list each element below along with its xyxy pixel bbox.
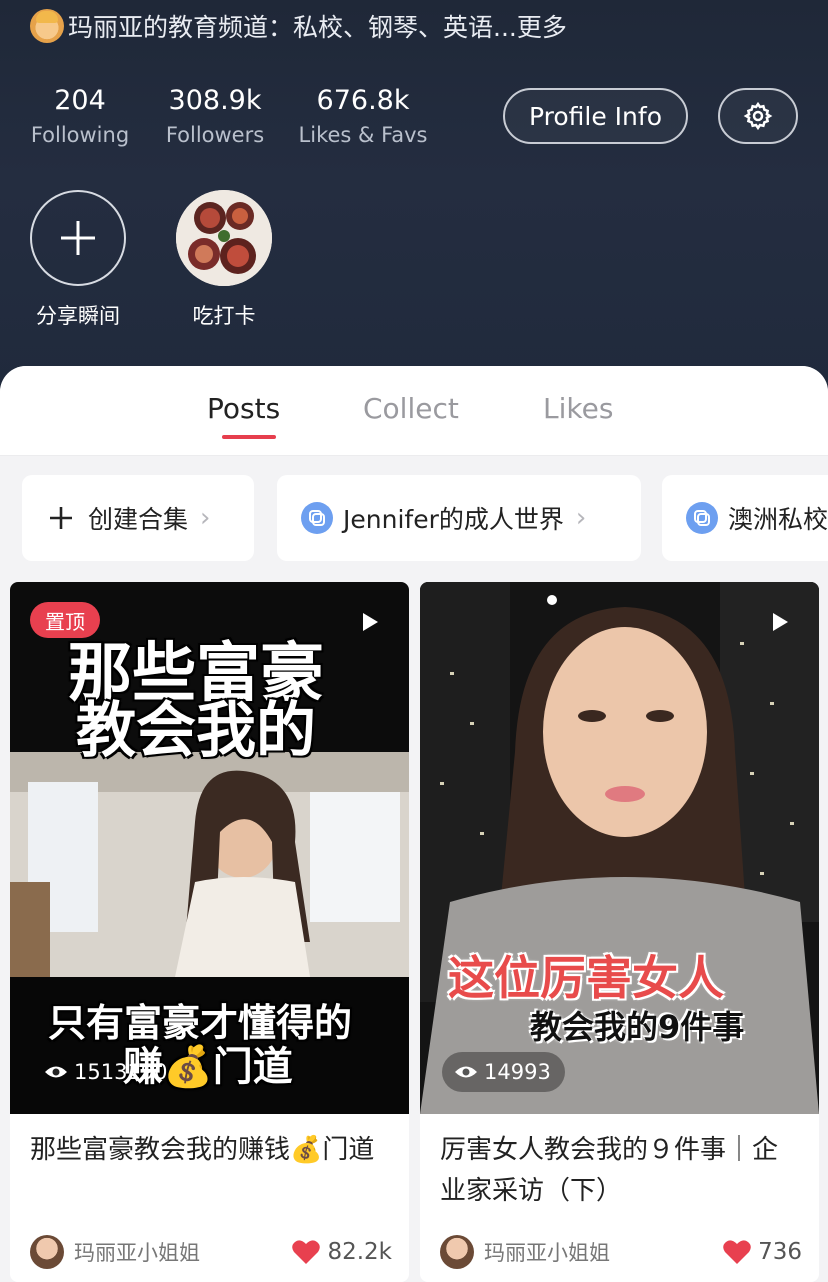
post-title[interactable]: 厉害女人教会我的９件事｜企业家采访（下） (440, 1130, 800, 1212)
moment-food-label: 吃打卡 (192, 304, 256, 328)
add-moment-circle[interactable] (30, 190, 126, 286)
following-count: 204 (54, 85, 106, 116)
collection-label: 澳洲私校 (728, 505, 828, 534)
tab-likes[interactable]: Likes (543, 392, 613, 425)
bio-text: 玛丽亚的教育频道：私校、钢琴、英语...更多 (68, 13, 567, 42)
avatar[interactable] (30, 1235, 64, 1269)
bio-line[interactable]: 玛丽亚的教育频道：私校、钢琴、英语...更多 (30, 6, 567, 46)
followers-label: Followers (165, 123, 265, 147)
cover-overlay-text: 教会我的9件事 (530, 1008, 745, 1046)
pinned-badge: 置顶 (30, 602, 100, 638)
collection-label: Jennifer的成人世界 (343, 505, 564, 534)
like-count: 82.2k (327, 1239, 392, 1265)
cover-overlay-text: 这位厉害女人 (448, 951, 724, 1005)
moment-share[interactable]: 分享瞬间 (30, 190, 126, 330)
view-count-text: 14993 (484, 1060, 551, 1084)
content-sheet: Posts Collect Likes 创建合集 › Jennifer的成人世界… (0, 366, 828, 1282)
plus-icon (50, 507, 72, 529)
create-collection-label: 创建合集 (88, 505, 189, 534)
eye-icon (45, 1066, 67, 1078)
play-icon (773, 613, 788, 631)
post-footer: 玛丽亚小姐姐 82.2k (30, 1234, 392, 1270)
like-button[interactable]: 736 (722, 1239, 802, 1265)
collection-icon (686, 502, 718, 534)
chevron-right-icon: › (200, 503, 211, 533)
following-stat[interactable]: 204 Following (30, 84, 130, 150)
followers-stat[interactable]: 308.9k Followers (160, 84, 270, 150)
likes-favs-label: Likes & Favs (298, 123, 428, 147)
author-name[interactable]: 玛丽亚小姐姐 (484, 1237, 610, 1267)
collection-icon (301, 502, 333, 534)
active-tab-indicator (222, 435, 276, 439)
collection-chip-australia[interactable]: 澳洲私校 (662, 475, 828, 561)
profile-header: 玛丽亚的教育频道：私校、钢琴、英语...更多 204 Following 308… (0, 0, 828, 400)
post-footer: 玛丽亚小姐姐 736 (440, 1234, 802, 1270)
settings-button[interactable] (718, 88, 798, 144)
tab-bar: Posts Collect Likes (0, 366, 828, 456)
cover-overlay-text: 教会我的 (76, 696, 316, 766)
food-image (176, 190, 272, 286)
view-count-text: 1513190 (74, 1060, 168, 1084)
plus-icon (61, 221, 95, 255)
heart-icon (723, 1240, 751, 1264)
post-card[interactable]: 那些富豪 教会我的 只有富豪才懂得的 赚💰门道 置顶 1513190 那些富豪教… (10, 582, 409, 1282)
moment-share-label: 分享瞬间 (36, 304, 120, 328)
post-cover[interactable]: 那些富豪 教会我的 只有富豪才懂得的 赚💰门道 置顶 1513190 (10, 582, 409, 1114)
collection-chip-jennifer[interactable]: Jennifer的成人世界 › (277, 475, 641, 561)
girl-emoji-icon (30, 9, 64, 43)
likes-favs-stat[interactable]: 676.8k Likes & Favs (298, 84, 428, 150)
chevron-right-icon: › (575, 503, 587, 533)
play-icon (363, 613, 378, 631)
tab-posts[interactable]: Posts (207, 392, 280, 425)
like-button[interactable]: 82.2k (291, 1239, 392, 1265)
profile-info-button[interactable]: Profile Info (503, 88, 688, 144)
post-card[interactable]: 这位厉害女人 教会我的9件事 14993 厉害女人教会我的９件事｜企业家采访（下… (420, 582, 819, 1282)
following-label: Following (30, 123, 130, 147)
moment-food[interactable]: 吃打卡 (176, 190, 272, 330)
view-count: 1513190 (32, 1052, 182, 1092)
tab-collect[interactable]: Collect (363, 392, 459, 425)
like-count: 736 (758, 1239, 802, 1265)
author-name[interactable]: 玛丽亚小姐姐 (74, 1237, 200, 1267)
view-count: 14993 (442, 1052, 565, 1092)
gear-icon (743, 101, 773, 131)
create-collection-button[interactable]: 创建合集 › (22, 475, 254, 561)
post-cover[interactable]: 这位厉害女人 教会我的9件事 14993 (420, 582, 819, 1114)
heart-icon (292, 1240, 321, 1264)
post-title[interactable]: 那些富豪教会我的赚钱💰门道 (30, 1130, 390, 1171)
likes-favs-count: 676.8k (316, 85, 410, 116)
food-thumbnail[interactable] (176, 190, 272, 286)
avatar[interactable] (440, 1235, 474, 1269)
eye-icon (455, 1066, 477, 1078)
followers-count: 308.9k (168, 85, 262, 116)
